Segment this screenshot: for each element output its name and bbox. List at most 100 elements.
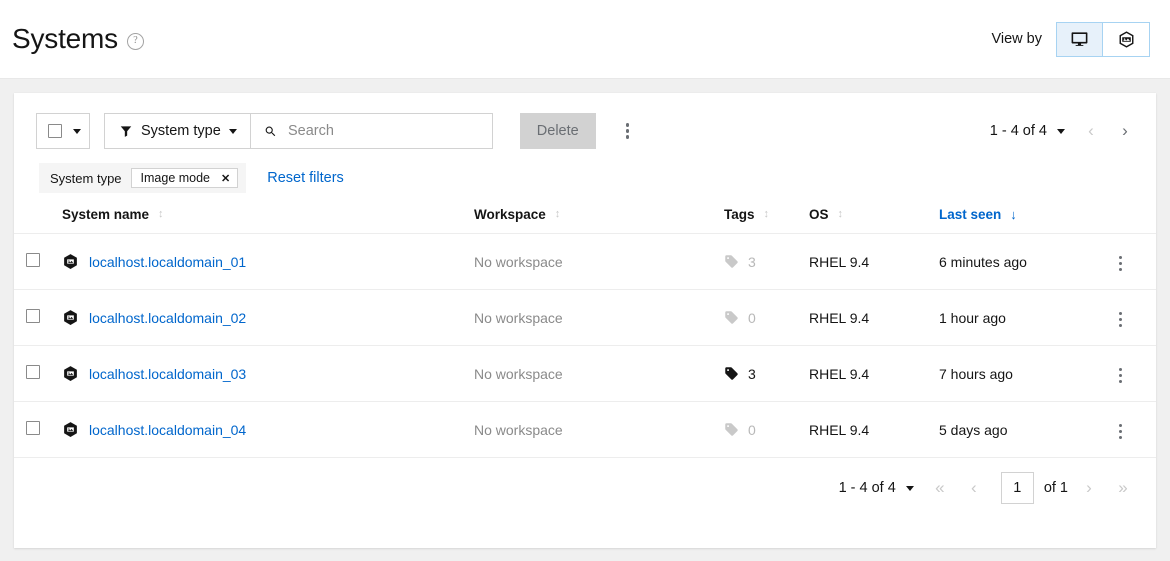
table-toolbar: System type Delete 1 - 4 of 4 ‹ › <box>14 93 1156 149</box>
column-header-workspace[interactable]: Workspace ↕ <box>474 207 724 234</box>
last-seen-value: 1 hour ago <box>939 310 1006 326</box>
cell-system-name: localhost.localdomain_02 <box>62 290 474 346</box>
row-checkbox[interactable] <box>26 421 40 435</box>
search-group <box>251 114 492 148</box>
column-label: Tags <box>724 207 755 222</box>
pagination-bottom-prev-button[interactable]: ‹ <box>957 471 991 505</box>
view-by-toggle-group <box>1056 22 1150 57</box>
search-icon <box>264 124 277 139</box>
cell-tags: 3 <box>724 346 809 402</box>
system-name-link[interactable]: localhost.localdomain_03 <box>89 366 246 382</box>
delete-button[interactable]: Delete <box>520 113 596 149</box>
system-type-filter-dropdown[interactable]: System type <box>105 114 251 148</box>
filter-chip-group: System type Image mode ✕ <box>39 163 246 193</box>
workspace-value: No workspace <box>474 310 563 326</box>
pagination-top-perpage-dropdown[interactable] <box>1047 123 1074 140</box>
column-header-tags[interactable]: Tags ↕ <box>724 207 809 234</box>
caret-down-icon <box>229 129 237 134</box>
caret-down-icon <box>906 486 914 491</box>
pagination-top-prev-button[interactable]: ‹ <box>1074 114 1108 148</box>
row-checkbox-cell <box>14 346 62 402</box>
cell-last-seen: 7 hours ago <box>939 346 1111 402</box>
filter-search-group: System type <box>104 113 493 149</box>
cell-actions <box>1111 290 1156 346</box>
system-name-link[interactable]: localhost.localdomain_04 <box>89 422 246 438</box>
image-mode-hexagon-icon <box>62 309 79 326</box>
row-kebab-menu-button[interactable] <box>1111 306 1130 333</box>
reset-filters-link[interactable]: Reset filters <box>267 170 344 186</box>
tag-count: 0 <box>748 310 756 326</box>
tag-icon <box>724 422 739 437</box>
filter-funnel-icon <box>119 124 133 138</box>
view-toggle-image-mode[interactable] <box>1103 22 1150 57</box>
image-mode-hexagon-icon <box>1117 30 1136 49</box>
tag-icon <box>724 254 739 269</box>
cell-workspace: No workspace <box>474 402 724 458</box>
page-number-input[interactable] <box>1001 472 1034 504</box>
last-seen-value: 7 hours ago <box>939 366 1013 382</box>
table-body: localhost.localdomain_01 No workspace 3 <box>14 234 1156 458</box>
workspace-value: No workspace <box>474 366 563 382</box>
system-name-link[interactable]: localhost.localdomain_02 <box>89 310 246 326</box>
column-label: OS <box>809 207 829 222</box>
row-kebab-menu-button[interactable] <box>1111 250 1130 277</box>
cell-workspace: No workspace <box>474 346 724 402</box>
bulk-select-dropdown[interactable] <box>36 113 90 149</box>
pagination-bottom-next-button[interactable]: › <box>1072 471 1106 505</box>
pagination-bottom-summary: 1 - 4 of 4 <box>839 480 896 496</box>
filter-chip-label: Image mode <box>141 171 210 185</box>
checkbox-icon[interactable] <box>48 124 62 138</box>
page-title: Systems <box>12 25 118 53</box>
column-header-system-name[interactable]: System name ↕ <box>62 207 474 234</box>
caret-down-icon <box>73 129 81 134</box>
table-row: localhost.localdomain_01 No workspace 3 <box>14 234 1156 290</box>
view-by-label: View by <box>991 31 1042 47</box>
column-header-os[interactable]: OS ↕ <box>809 207 939 234</box>
pagination-top-next-button[interactable]: › <box>1108 114 1142 148</box>
table-row: localhost.localdomain_04 No workspace 0 <box>14 402 1156 458</box>
cell-last-seen: 5 days ago <box>939 402 1111 458</box>
search-input[interactable] <box>286 122 480 140</box>
os-value: RHEL 9.4 <box>809 422 869 438</box>
row-checkbox-cell <box>14 402 62 458</box>
row-checkbox[interactable] <box>26 309 40 323</box>
pagination-bottom-perpage-dropdown[interactable] <box>896 480 923 497</box>
column-header-last-seen[interactable]: Last seen ↓ <box>939 207 1111 234</box>
system-name-link[interactable]: localhost.localdomain_01 <box>89 254 246 270</box>
row-checkbox[interactable] <box>26 365 40 379</box>
sort-icon: ↕ <box>555 209 561 220</box>
workspace-value: No workspace <box>474 254 563 270</box>
toolbar-kebab-menu-button[interactable] <box>618 117 637 144</box>
cell-tags: 0 <box>724 290 809 346</box>
cell-tags: 3 <box>724 234 809 290</box>
system-type-filter-label: System type <box>141 123 221 139</box>
cell-os: RHEL 9.4 <box>809 346 939 402</box>
image-mode-hexagon-icon <box>62 421 79 438</box>
sort-icon: ↕ <box>838 209 844 220</box>
last-seen-value: 5 days ago <box>939 422 1008 438</box>
view-toggle-conventional[interactable] <box>1056 22 1103 57</box>
page-total-label: of 1 <box>1044 480 1068 496</box>
cell-workspace: No workspace <box>474 290 724 346</box>
pagination-bottom-first-button[interactable]: « <box>923 471 957 505</box>
table-header-row: System name ↕ Workspace ↕ Tags ↕ <box>14 207 1156 234</box>
title-group: Systems ? <box>12 25 144 53</box>
cell-system-name: localhost.localdomain_04 <box>62 402 474 458</box>
row-checkbox-cell <box>14 290 62 346</box>
row-kebab-menu-button[interactable] <box>1111 362 1130 389</box>
close-icon[interactable]: ✕ <box>221 172 230 185</box>
tag-count: 3 <box>748 366 756 382</box>
cell-os: RHEL 9.4 <box>809 402 939 458</box>
row-checkbox-cell <box>14 234 62 290</box>
table-row: localhost.localdomain_02 No workspace 0 <box>14 290 1156 346</box>
question-circle-icon[interactable]: ? <box>127 33 144 50</box>
row-kebab-menu-button[interactable] <box>1111 418 1130 445</box>
tag-icon[interactable] <box>724 366 739 381</box>
image-mode-hexagon-icon <box>62 253 79 270</box>
cell-tags: 0 <box>724 402 809 458</box>
cell-system-name: localhost.localdomain_03 <box>62 346 474 402</box>
row-checkbox[interactable] <box>26 253 40 267</box>
systems-card: System type Delete 1 - 4 of 4 ‹ › <box>14 93 1156 548</box>
sort-icon: ↕ <box>158 209 164 220</box>
pagination-bottom-last-button[interactable]: » <box>1106 471 1140 505</box>
